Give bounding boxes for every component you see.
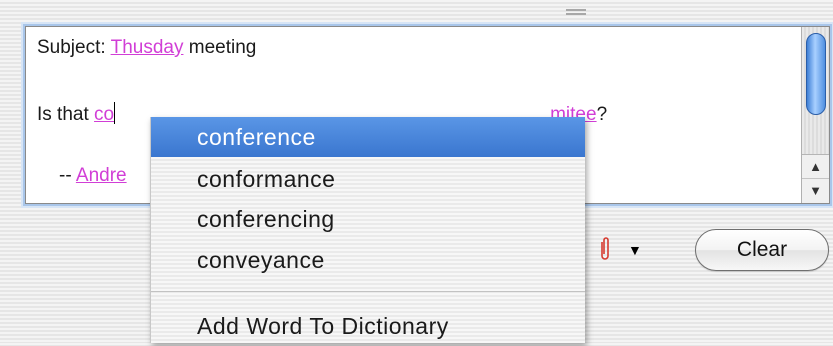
misspelled-word-start[interactable]: co bbox=[94, 104, 114, 125]
triangle-down-icon: ▼ bbox=[628, 242, 642, 258]
vertical-scrollbar[interactable]: ▲ ▼ bbox=[801, 27, 829, 203]
subject-line: Subject: Thusday meeting bbox=[37, 37, 256, 59]
scroll-thumb[interactable] bbox=[806, 33, 826, 115]
paperclip-icon bbox=[598, 236, 612, 265]
scroll-down-arrow-icon[interactable]: ▼ bbox=[802, 178, 829, 203]
menu-separator bbox=[151, 291, 585, 292]
subject-rest: meeting bbox=[183, 37, 257, 58]
attachment-popup-button[interactable]: ▼ bbox=[592, 224, 650, 274]
misspelled-word-thusday[interactable]: Thusday bbox=[111, 37, 184, 58]
body-prefix: Is that bbox=[37, 104, 95, 125]
menu-item-suggestion[interactable]: conformance bbox=[151, 159, 585, 199]
signature-prefix: -- bbox=[59, 165, 76, 186]
text-caret bbox=[114, 102, 116, 124]
clear-button[interactable]: Clear bbox=[695, 229, 829, 271]
menu-item-suggestion[interactable]: conference bbox=[151, 117, 585, 157]
signature-line: -- Andre bbox=[59, 165, 127, 187]
menu-item-add-word[interactable]: Add Word To Dictionary bbox=[151, 306, 585, 346]
body-end: ? bbox=[596, 104, 608, 125]
subject-label: Subject: bbox=[37, 37, 111, 58]
scroll-up-arrow-icon[interactable]: ▲ bbox=[802, 154, 829, 179]
menu-item-suggestion[interactable]: conveyance bbox=[151, 240, 585, 280]
misspelled-word-signature[interactable]: Andre bbox=[76, 165, 127, 186]
spelling-context-menu: conference conformance conferencing conv… bbox=[150, 117, 585, 343]
menu-item-suggestion[interactable]: conferencing bbox=[151, 199, 585, 239]
resize-grip[interactable] bbox=[566, 9, 586, 15]
